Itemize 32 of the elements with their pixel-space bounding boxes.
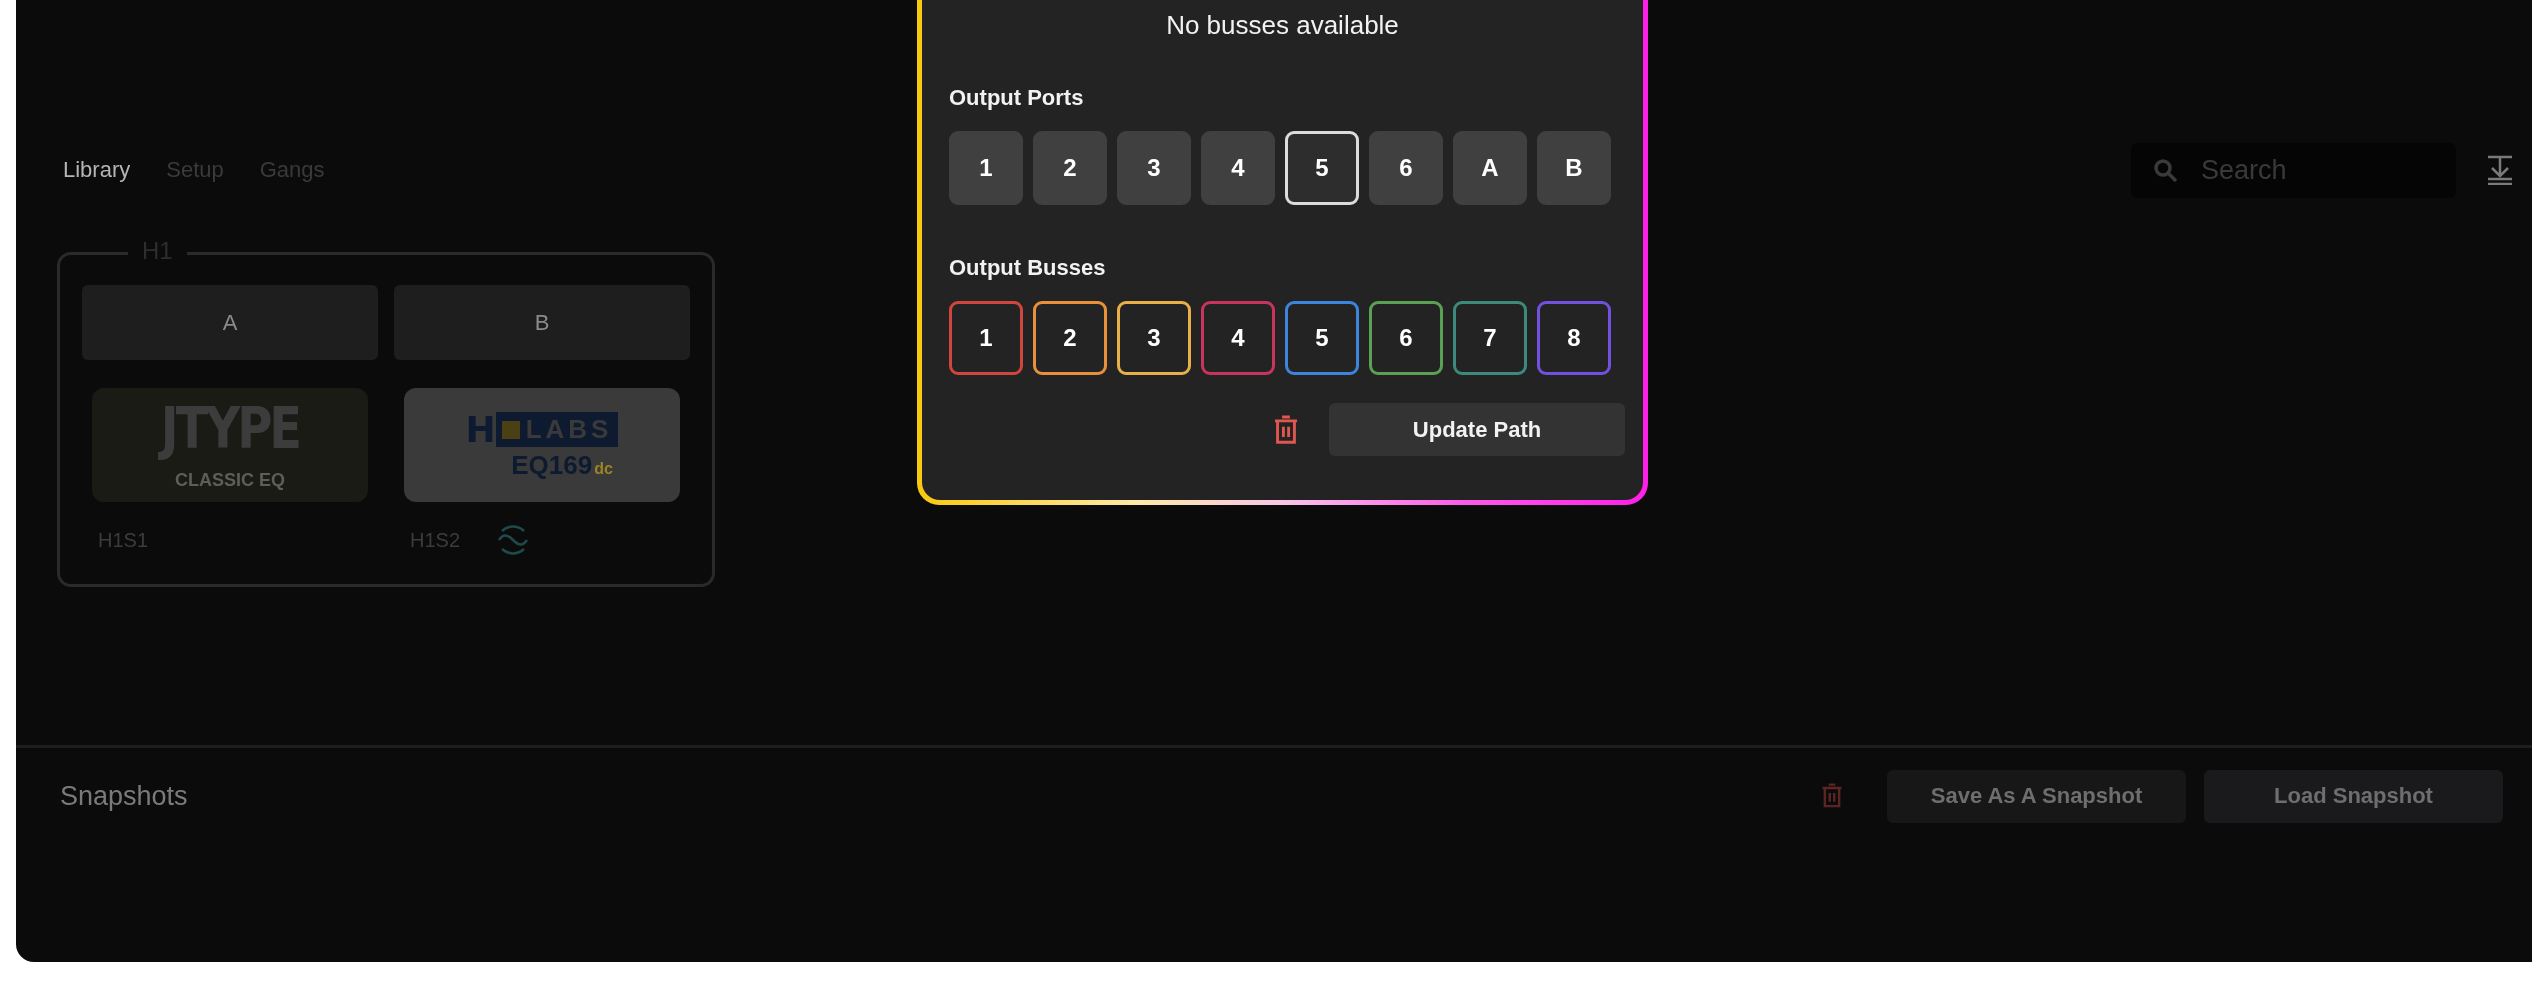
port-button[interactable]: 3 bbox=[1117, 131, 1191, 205]
bus-button[interactable]: 7 bbox=[1453, 301, 1527, 375]
port-button[interactable]: A bbox=[1453, 131, 1527, 205]
snapshot-button[interactable]: Save As A Snapshot bbox=[1887, 769, 2186, 823]
port-button[interactable]: 5 bbox=[1285, 131, 1359, 205]
slot-button[interactable]: B bbox=[394, 285, 690, 360]
bus-button[interactable]: 1 bbox=[949, 301, 1023, 375]
delete-icon[interactable] bbox=[1273, 414, 1299, 445]
status-message: No busses available bbox=[1165, 10, 1400, 41]
square-icon bbox=[501, 420, 520, 439]
port-button[interactable]: 2 bbox=[1033, 131, 1107, 205]
update-button[interactable]: Update Path bbox=[1329, 403, 1625, 456]
tab[interactable]: Library bbox=[63, 157, 131, 183]
plugin-suffix: dc bbox=[594, 460, 613, 478]
port-button[interactable]: 6 bbox=[1369, 131, 1443, 205]
port-button[interactable]: 4 bbox=[1201, 131, 1275, 205]
bus-button[interactable]: 2 bbox=[1033, 301, 1107, 375]
plugin-subtitle: CLASSIC EQ bbox=[175, 469, 285, 491]
bus-button[interactable]: 6 bbox=[1369, 301, 1443, 375]
bus-button[interactable]: 3 bbox=[1117, 301, 1191, 375]
bus-button[interactable]: 5 bbox=[1285, 301, 1359, 375]
download-icon[interactable] bbox=[2486, 155, 2514, 185]
port-button[interactable]: 1 bbox=[949, 131, 1023, 205]
bus-button[interactable]: 8 bbox=[1537, 301, 1611, 375]
section-title: Snapshots bbox=[60, 780, 189, 812]
section-heading: Output Busses bbox=[949, 255, 1107, 281]
slot-button[interactable]: A bbox=[82, 285, 378, 360]
wave-icon bbox=[496, 523, 531, 557]
bus-button[interactable]: 4 bbox=[1201, 301, 1275, 375]
port-button[interactable]: B bbox=[1537, 131, 1611, 205]
section-heading: Output Ports bbox=[949, 85, 1085, 111]
search-icon bbox=[2153, 157, 2179, 184]
